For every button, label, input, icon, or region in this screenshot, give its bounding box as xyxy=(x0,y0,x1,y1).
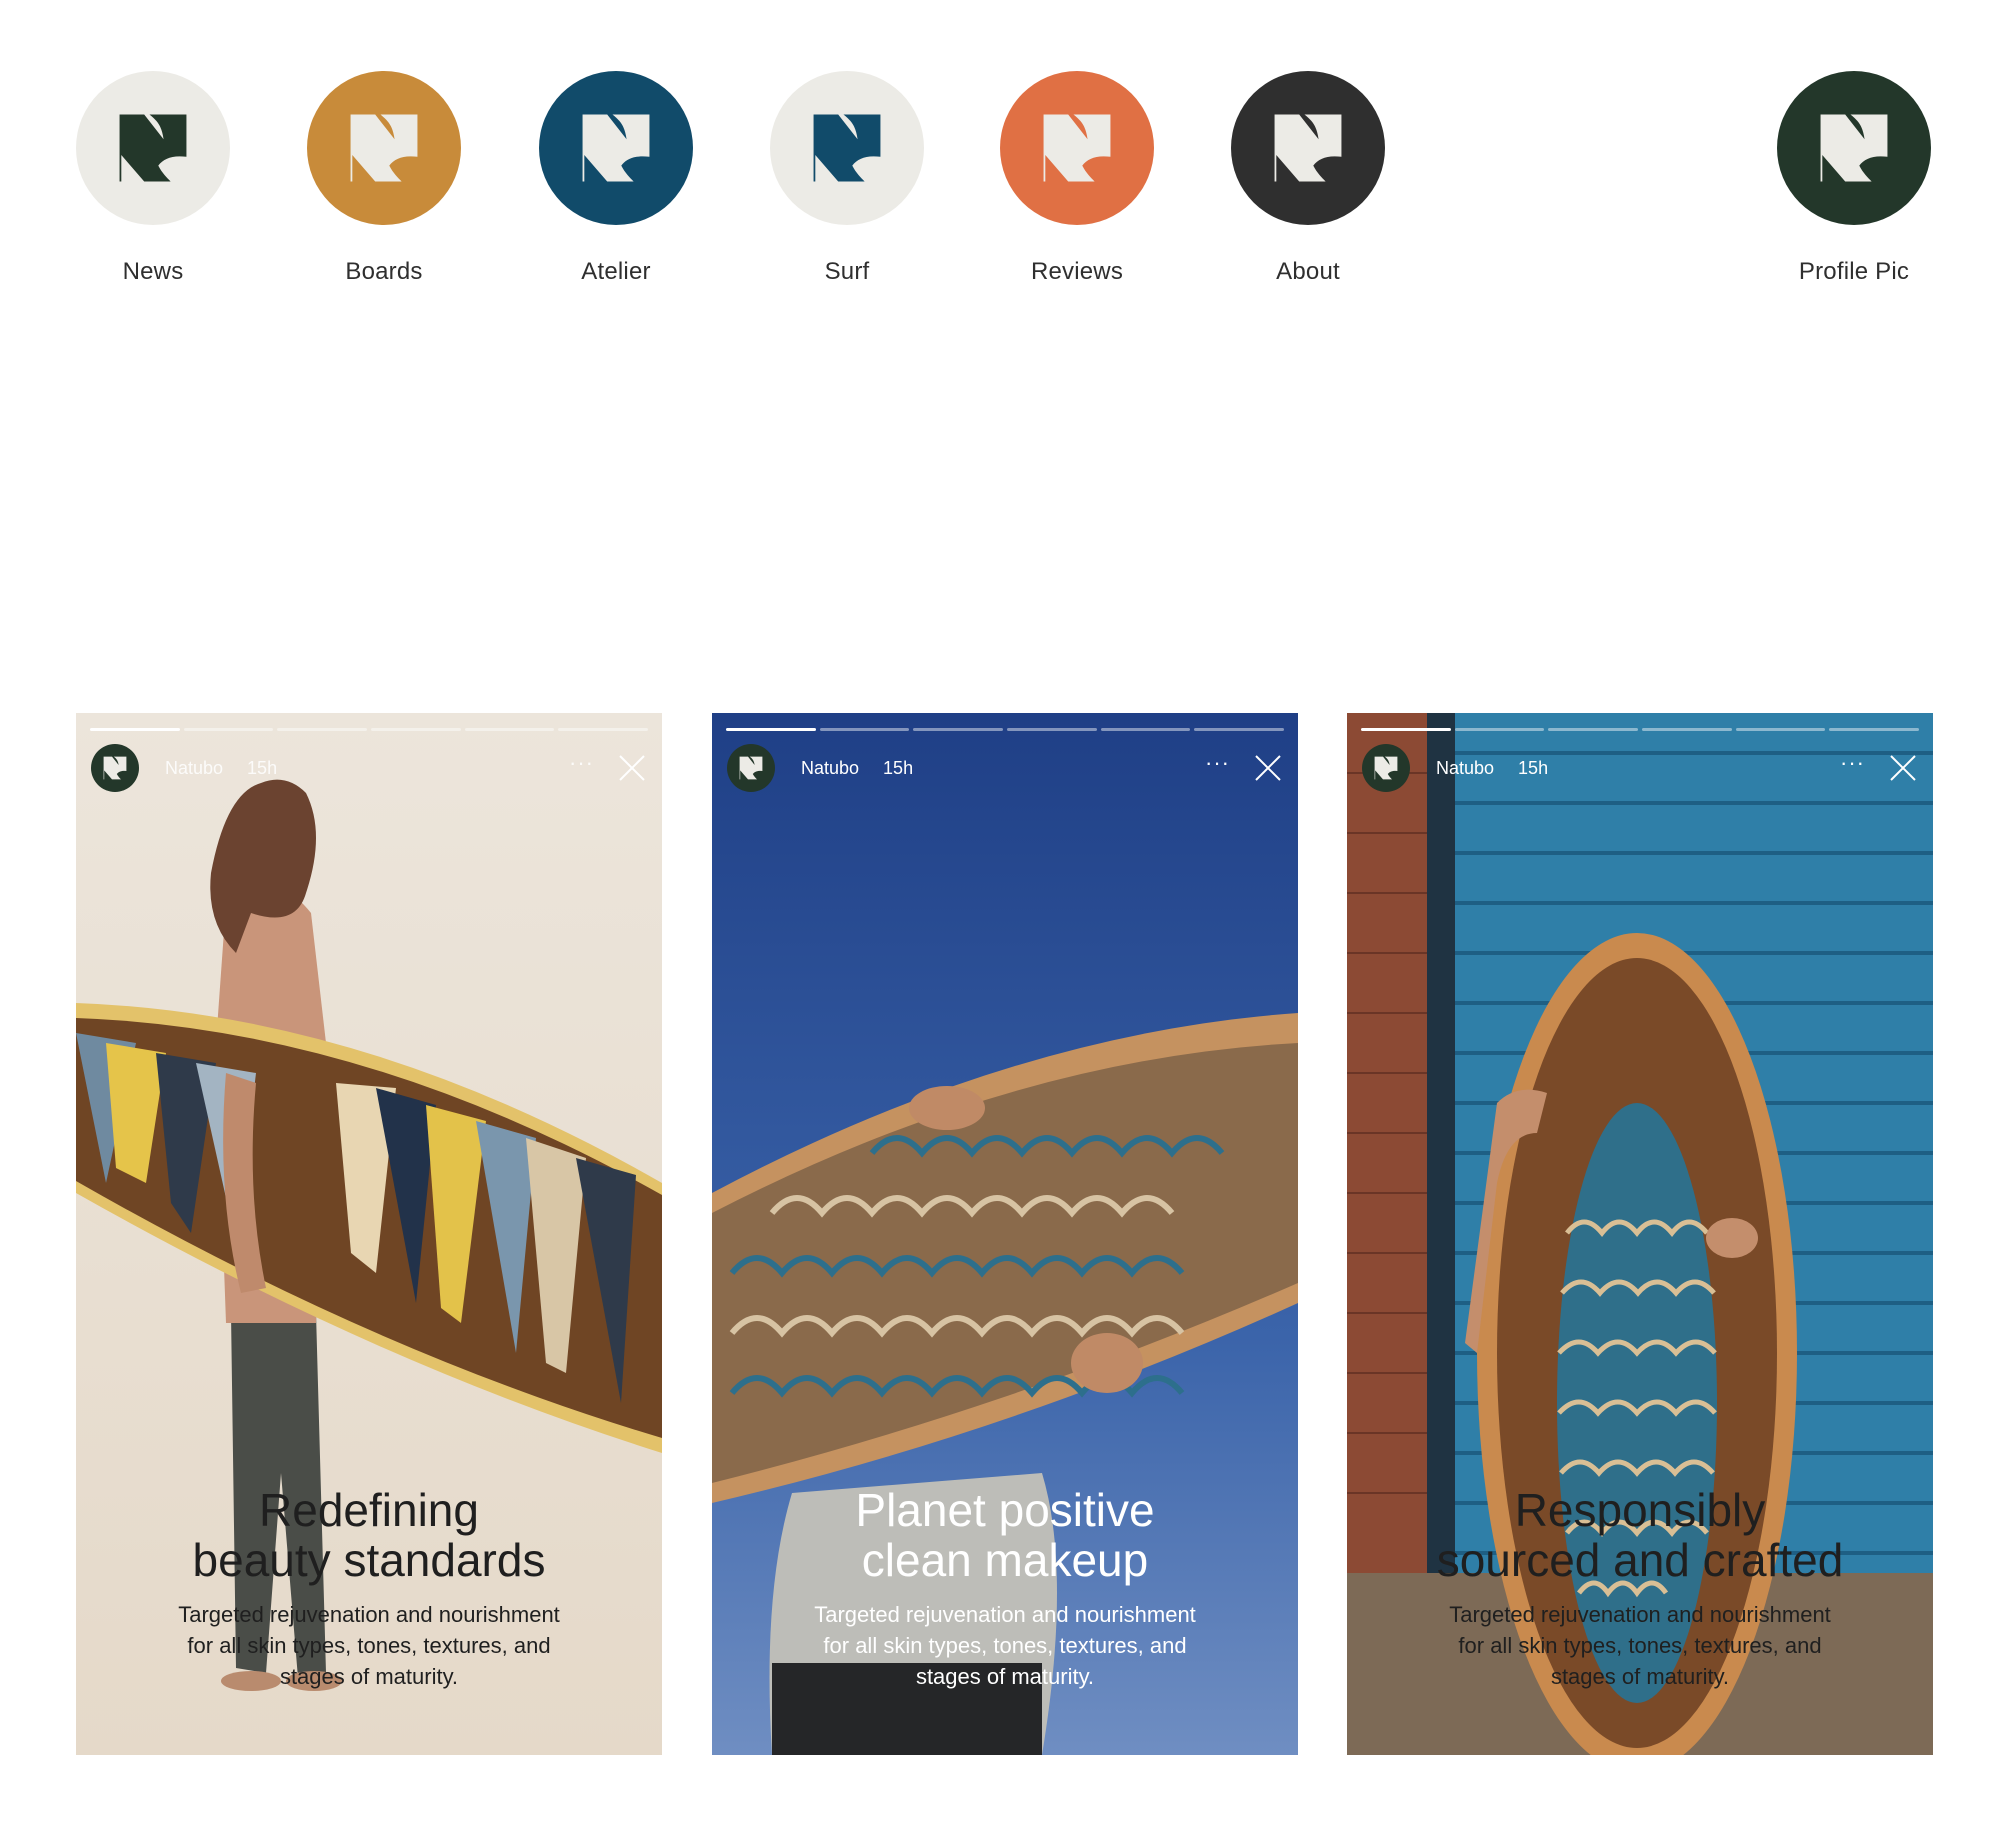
headline-line: Responsibly xyxy=(1514,1484,1766,1536)
progress-segment xyxy=(464,728,555,731)
progress-segment xyxy=(558,728,649,731)
story-header: Natubo 15h ··· xyxy=(1362,743,1919,793)
body-line: stages of maturity. xyxy=(279,1664,459,1689)
progress-segment xyxy=(371,728,461,731)
highlight-circle xyxy=(1777,71,1931,225)
natubo-logo-icon xyxy=(1043,114,1111,182)
natubo-logo-icon xyxy=(813,114,881,182)
highlight-label: Atelier xyxy=(581,258,651,285)
natubo-logo-icon xyxy=(103,756,127,780)
natubo-logo-icon xyxy=(739,756,763,780)
highlight-atelier[interactable]: Atelier xyxy=(539,71,693,286)
natubo-logo-icon xyxy=(350,114,418,182)
story-body: Targeted rejuvenation and nourishment fo… xyxy=(1407,1599,1873,1692)
more-options-icon[interactable]: ··· xyxy=(1205,752,1230,784)
progress-segment xyxy=(1642,728,1732,731)
progress-segment xyxy=(726,728,816,731)
highlight-label: Surf xyxy=(824,258,870,285)
story-progress-bar xyxy=(1361,728,1920,731)
progress-segment xyxy=(90,728,180,731)
story-body: Targeted rejuvenation and nourishment fo… xyxy=(772,1599,1238,1692)
avatar[interactable] xyxy=(727,744,775,792)
body-line: stages of maturity. xyxy=(915,1664,1095,1689)
highlight-label: News xyxy=(122,258,184,285)
highlight-circle xyxy=(1231,71,1385,225)
story-card-3[interactable]: Natubo 15h ··· Responsibly sourced and c… xyxy=(1347,713,1933,1755)
avatar[interactable] xyxy=(91,744,139,792)
highlight-about[interactable]: About xyxy=(1231,71,1385,286)
highlight-profile-pic[interactable]: Profile Pic xyxy=(1777,71,1931,286)
avatar[interactable] xyxy=(1362,744,1410,792)
natubo-logo-icon xyxy=(1820,114,1888,182)
highlight-circle xyxy=(539,71,693,225)
progress-segment xyxy=(1735,728,1826,731)
story-header: Natubo 15h ··· xyxy=(727,743,1284,793)
headline-line: clean makeup xyxy=(861,1534,1149,1586)
body-line: for all skin types, tones, textures, and xyxy=(1458,1633,1822,1658)
progress-segment xyxy=(1454,728,1545,731)
headline-line: Planet positive xyxy=(855,1484,1155,1536)
headline-line: sourced and crafted xyxy=(1436,1534,1844,1586)
close-icon xyxy=(1890,755,1916,781)
highlight-reviews[interactable]: Reviews xyxy=(1000,71,1154,286)
body-line: Targeted rejuvenation and nourishment xyxy=(1449,1602,1831,1627)
story-headline: Responsibly sourced and crafted xyxy=(1367,1485,1913,1585)
headline-line: beauty standards xyxy=(192,1534,546,1586)
post-time: 15h xyxy=(883,757,914,778)
post-time: 15h xyxy=(247,757,278,778)
highlight-label: About xyxy=(1276,258,1340,285)
headline-line: Redefining xyxy=(259,1484,479,1536)
body-line: for all skin types, tones, textures, and xyxy=(823,1633,1187,1658)
highlight-label: Boards xyxy=(345,258,423,285)
story-card-1[interactable]: Natubo 15h ··· Redefining beauty standar… xyxy=(76,713,662,1755)
body-line: Targeted rejuvenation and nourishment xyxy=(814,1602,1196,1627)
more-options-icon[interactable]: ··· xyxy=(1840,752,1865,784)
progress-segment xyxy=(819,728,910,731)
progress-segment xyxy=(1100,728,1191,731)
story-headline: Redefining beauty standards xyxy=(96,1485,642,1585)
story-progress-bar xyxy=(726,728,1285,731)
story-card-2[interactable]: Natubo 15h ··· Planet positive clean mak… xyxy=(712,713,1298,1755)
story-body: Targeted rejuvenation and nourishment fo… xyxy=(136,1599,602,1692)
account-name[interactable]: Natubo xyxy=(1436,758,1494,779)
highlight-circle xyxy=(1000,71,1154,225)
highlight-label: Profile Pic xyxy=(1798,258,1910,285)
close-icon xyxy=(1255,755,1281,781)
highlight-circle xyxy=(307,71,461,225)
highlight-news[interactable]: News xyxy=(76,71,230,286)
natubo-logo-icon xyxy=(582,114,650,182)
progress-segment xyxy=(1194,728,1285,731)
highlight-boards[interactable]: Boards xyxy=(307,71,461,286)
highlight-label: Reviews xyxy=(1030,258,1124,285)
progress-segment xyxy=(1829,728,1920,731)
close-button[interactable] xyxy=(1887,752,1919,784)
close-button[interactable] xyxy=(1252,752,1284,784)
body-line: stages of maturity. xyxy=(1550,1664,1730,1689)
progress-segment xyxy=(913,728,1004,731)
progress-segment xyxy=(1548,728,1639,731)
progress-segment xyxy=(1007,728,1097,731)
progress-segment xyxy=(183,728,274,731)
post-time: 15h xyxy=(1518,757,1549,778)
highlight-surf[interactable]: Surf xyxy=(770,71,924,286)
close-icon xyxy=(619,755,645,781)
body-line: Targeted rejuvenation and nourishment xyxy=(178,1602,560,1627)
more-options-icon[interactable]: ··· xyxy=(569,752,594,784)
highlight-circle xyxy=(76,71,230,225)
natubo-logo-icon xyxy=(1374,756,1398,780)
account-name[interactable]: Natubo xyxy=(165,758,223,779)
close-button[interactable] xyxy=(616,752,648,784)
progress-segment xyxy=(1361,728,1451,731)
highlight-circle xyxy=(770,71,924,225)
progress-segment xyxy=(277,728,368,731)
account-name[interactable]: Natubo xyxy=(801,758,859,779)
body-line: for all skin types, tones, textures, and xyxy=(187,1633,551,1658)
natubo-logo-icon xyxy=(119,114,187,182)
natubo-logo-icon xyxy=(1274,114,1342,182)
story-headline: Planet positive clean makeup xyxy=(732,1485,1278,1585)
story-progress-bar xyxy=(90,728,649,731)
story-header: Natubo 15h ··· xyxy=(91,743,648,793)
